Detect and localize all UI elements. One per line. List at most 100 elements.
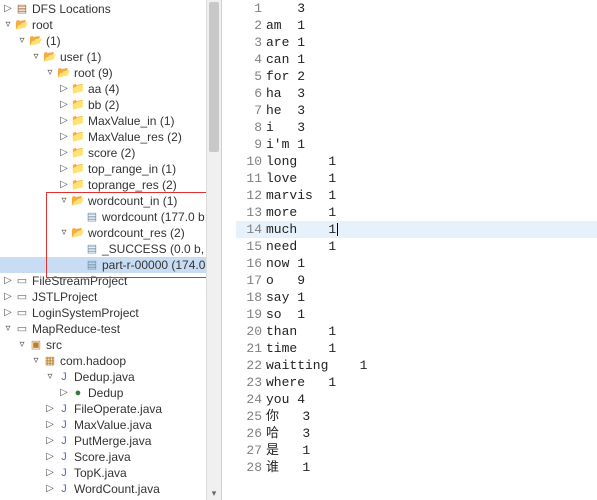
twisty-icon[interactable]: ▿: [2, 321, 14, 337]
project-mapreduce-test[interactable]: ▿▭MapReduce-test: [0, 321, 219, 337]
java-wordcount[interactable]: ▷JWordCount.java: [0, 481, 219, 497]
twisty-icon[interactable]: ▷: [44, 433, 56, 449]
file-line[interactable]: 27是 1: [236, 442, 597, 459]
folder-icon: 📁: [70, 129, 86, 145]
file-line[interactable]: 13more 1: [236, 204, 597, 221]
twisty-icon[interactable]: ▿: [30, 353, 42, 369]
file-success[interactable]: ▤_SUCCESS (0.0 b, r2): [0, 241, 219, 257]
twisty-icon[interactable]: ▷: [44, 481, 56, 497]
file-wordcount[interactable]: ▤wordcount (177.0 b, r2): [0, 209, 219, 225]
project-filestream[interactable]: ▷▭FileStreamProject: [0, 273, 219, 289]
file-line[interactable]: 24you 4: [236, 391, 597, 408]
folder-wordcount-res[interactable]: ▿📂wordcount_res (2): [0, 225, 219, 241]
folder-user[interactable]: ▿📂user (1): [0, 49, 219, 65]
folder-aa[interactable]: ▷📁aa (4): [0, 81, 219, 97]
twisty-icon[interactable]: ▷: [58, 97, 70, 113]
folder-wordcount-in[interactable]: ▿📂wordcount_in (1): [0, 193, 219, 209]
tree-view[interactable]: ▷▤DFS Locations▿📂root▿📂(1)▿📂user (1)▿📂ro…: [0, 0, 219, 500]
java-dedup[interactable]: ▿JDedup.java: [0, 369, 219, 385]
file-line[interactable]: 19so 1: [236, 306, 597, 323]
twisty-icon[interactable]: ▷: [44, 449, 56, 465]
twisty-icon[interactable]: ▷: [58, 177, 70, 193]
twisty-icon[interactable]: ▷: [58, 129, 70, 145]
twisty-icon[interactable]: ▷: [58, 145, 70, 161]
file-line[interactable]: 1 3: [236, 0, 597, 17]
line-number: 10: [236, 153, 266, 170]
file-line[interactable]: 8i 3: [236, 119, 597, 136]
folder-src[interactable]: ▿▣src: [0, 337, 219, 353]
file-line[interactable]: 3are 1: [236, 34, 597, 51]
line-content: where 1: [266, 374, 336, 391]
file-line[interactable]: 21time 1: [236, 340, 597, 357]
line-content: ha 3: [266, 85, 305, 102]
file-line[interactable]: 7he 3: [236, 102, 597, 119]
file-line[interactable]: 23where 1: [236, 374, 597, 391]
project-explorer: ▷▤DFS Locations▿📂root▿📂(1)▿📂user (1)▿📂ro…: [0, 0, 222, 500]
file-line[interactable]: 18say 1: [236, 289, 597, 306]
file-line[interactable]: 5for 2: [236, 68, 597, 85]
twisty-icon[interactable]: ▿: [16, 33, 28, 49]
file-line[interactable]: 20than 1: [236, 323, 597, 340]
file-line[interactable]: 16now 1: [236, 255, 597, 272]
file-line[interactable]: 14much 1: [236, 221, 597, 238]
file-part-r-00000[interactable]: ▤part-r-00000 (174.0 b, r2)≡: [0, 257, 219, 273]
file-line[interactable]: 9i'm 1: [236, 136, 597, 153]
vertical-scrollbar[interactable]: ▴ ▾: [206, 0, 221, 500]
folder-root[interactable]: ▿📂root: [0, 17, 219, 33]
line-number: 24: [236, 391, 266, 408]
twisty-icon[interactable]: ▷: [58, 81, 70, 97]
twisty-icon[interactable]: ▿: [44, 65, 56, 81]
folder-maxvalue-in[interactable]: ▷📁MaxValue_in (1): [0, 113, 219, 129]
line-number: 13: [236, 204, 266, 221]
twisty-icon[interactable]: ▷: [44, 401, 56, 417]
file-line[interactable]: 26哈 3: [236, 425, 597, 442]
twisty-icon[interactable]: ▿: [58, 225, 70, 241]
twisty-icon[interactable]: ▿: [2, 17, 14, 33]
twisty-icon[interactable]: ▷: [2, 273, 14, 289]
folder-root-9[interactable]: ▿📂root (9): [0, 65, 219, 81]
file-line[interactable]: 22waitting 1: [236, 357, 597, 374]
folder-maxvalue-res[interactable]: ▷📁MaxValue_res (2): [0, 129, 219, 145]
java-score[interactable]: ▷JScore.java: [0, 449, 219, 465]
file-line[interactable]: 15need 1: [236, 238, 597, 255]
project-jstl[interactable]: ▷▭JSTLProject: [0, 289, 219, 305]
java-topk[interactable]: ▷JTopK.java: [0, 465, 219, 481]
twisty-icon[interactable]: ▷: [58, 113, 70, 129]
scroll-thumb[interactable]: [209, 2, 219, 152]
tree-item-label: top_range_in (1): [86, 161, 176, 177]
twisty-icon[interactable]: ▿: [44, 369, 56, 385]
folder-open-icon: 📂: [70, 193, 86, 209]
file-line[interactable]: 28谁 1: [236, 459, 597, 476]
folder-top-range-in[interactable]: ▷📁top_range_in (1): [0, 161, 219, 177]
twisty-icon[interactable]: ▷: [58, 385, 70, 401]
java-fileoperate[interactable]: ▷JFileOperate.java: [0, 401, 219, 417]
java-maxvalue[interactable]: ▷JMaxValue.java: [0, 417, 219, 433]
scroll-down-icon[interactable]: ▾: [207, 486, 221, 500]
project-loginsystem[interactable]: ▷▭LoginSystemProject: [0, 305, 219, 321]
class-dedup[interactable]: ▷●Dedup: [0, 385, 219, 401]
twisty-icon[interactable]: ▿: [16, 337, 28, 353]
file-line[interactable]: 12marvis 1: [236, 187, 597, 204]
file-line[interactable]: 11love 1: [236, 170, 597, 187]
file-line[interactable]: 25你 3: [236, 408, 597, 425]
twisty-icon[interactable]: ▷: [44, 417, 56, 433]
folder-1[interactable]: ▿📂(1): [0, 33, 219, 49]
twisty-icon[interactable]: ▷: [2, 1, 14, 17]
file-line[interactable]: 4can 1: [236, 51, 597, 68]
dfs-locations[interactable]: ▷▤DFS Locations: [0, 1, 219, 17]
folder-toprange-res[interactable]: ▷📁toprange_res (2): [0, 177, 219, 193]
twisty-icon[interactable]: ▿: [30, 49, 42, 65]
twisty-icon[interactable]: ▷: [44, 465, 56, 481]
package-com-hadoop[interactable]: ▿▦com.hadoop: [0, 353, 219, 369]
twisty-icon[interactable]: ▿: [58, 193, 70, 209]
twisty-icon[interactable]: ▷: [2, 289, 14, 305]
file-line[interactable]: 2am 1: [236, 17, 597, 34]
file-line[interactable]: 17o 9: [236, 272, 597, 289]
file-line[interactable]: 6ha 3: [236, 85, 597, 102]
java-putmerge[interactable]: ▷JPutMerge.java: [0, 433, 219, 449]
file-line[interactable]: 10long 1: [236, 153, 597, 170]
twisty-icon[interactable]: ▷: [2, 305, 14, 321]
twisty-icon[interactable]: ▷: [58, 161, 70, 177]
folder-score[interactable]: ▷📁score (2): [0, 145, 219, 161]
folder-bb[interactable]: ▷📁bb (2): [0, 97, 219, 113]
